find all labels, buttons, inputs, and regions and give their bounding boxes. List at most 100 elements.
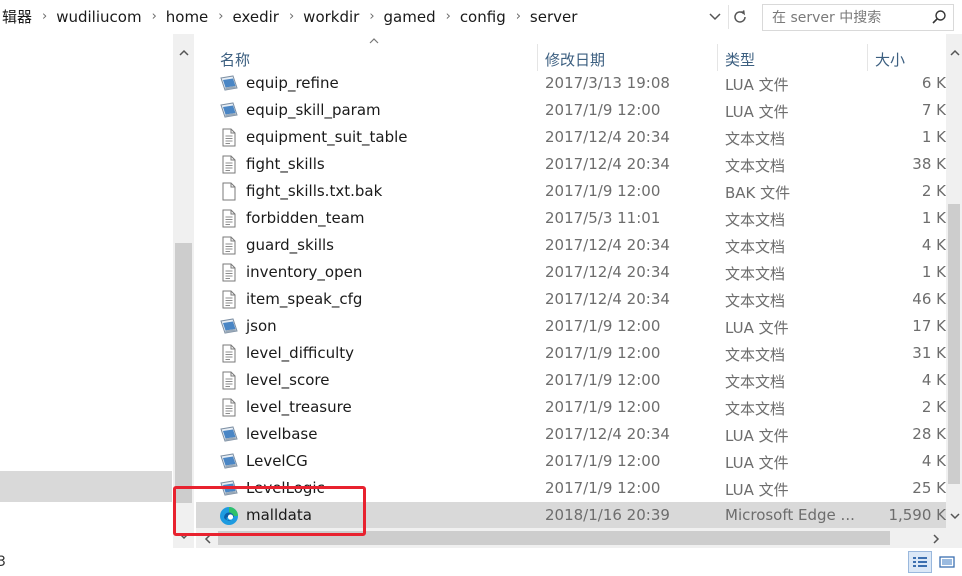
breadcrumb-item[interactable]: server bbox=[524, 8, 584, 26]
nav-scrollbar[interactable] bbox=[173, 34, 194, 548]
breadcrumb-item[interactable]: exedir bbox=[227, 8, 286, 26]
column-divider[interactable] bbox=[537, 44, 538, 71]
scroll-up-button[interactable] bbox=[175, 44, 192, 61]
file-size: 1,590 K bbox=[888, 506, 946, 524]
status-bar: 3 bbox=[0, 548, 962, 576]
file-size: 7 K bbox=[921, 101, 946, 119]
file-date-modified: 2017/12/4 20:34 bbox=[545, 263, 670, 281]
file-row[interactable]: item_speak_cfg 2017/12/4 20:34 文本文档 46 K bbox=[196, 286, 946, 313]
breadcrumb-item[interactable]: gamed bbox=[378, 8, 443, 26]
details-view-button[interactable] bbox=[908, 551, 932, 573]
file-name: forbidden_team bbox=[246, 209, 365, 227]
breadcrumb-item[interactable]: home bbox=[160, 8, 216, 26]
file-row[interactable]: fight_skills.txt.bak 2017/1/9 12:00 BAK 文件… bbox=[196, 178, 946, 205]
large-icons-view-button[interactable] bbox=[935, 551, 959, 573]
breadcrumb-item[interactable]: workdir bbox=[297, 8, 366, 26]
file-date-modified: 2017/1/9 12:00 bbox=[545, 479, 661, 497]
file-row[interactable]: json 2017/1/9 12:00 LUA 文件 17 K bbox=[196, 313, 946, 340]
file-type: 文本文档 bbox=[725, 238, 786, 256]
nav-scrollbar-thumb[interactable] bbox=[175, 243, 192, 503]
file-row[interactable]: LevelCG 2017/1/9 12:00 LUA 文件 4 K bbox=[196, 448, 946, 475]
nav-selected-item[interactable] bbox=[0, 471, 172, 502]
file-size: 4 K bbox=[921, 452, 946, 470]
file-row[interactable]: levelbase 2017/12/4 20:34 LUA 文件 28 K bbox=[196, 421, 946, 448]
lua-file-icon bbox=[219, 452, 239, 471]
search-input[interactable] bbox=[763, 5, 932, 30]
file-name: LevelCG bbox=[246, 452, 308, 470]
address-bar: 辑器 › wudiliucom › home › exedir › workdir › gamed ›… bbox=[0, 0, 962, 35]
refresh-button[interactable] bbox=[728, 5, 751, 29]
breadcrumb-separator-chevron-icon[interactable]: › bbox=[513, 9, 524, 24]
search-icon[interactable] bbox=[931, 9, 947, 25]
breadcrumb-separator-chevron-icon[interactable]: › bbox=[215, 9, 226, 24]
breadcrumb-separator-chevron-icon[interactable]: › bbox=[39, 9, 50, 24]
scroll-up-button[interactable] bbox=[946, 44, 962, 61]
text-file-icon bbox=[219, 263, 239, 282]
column-date[interactable]: 修改日期 bbox=[545, 49, 605, 71]
sort-ascending-icon bbox=[369, 38, 379, 44]
file-type: 文本文档 bbox=[725, 400, 786, 418]
file-name: levelbase bbox=[246, 425, 318, 443]
file-name: equip_refine bbox=[246, 74, 339, 92]
file-size: 17 K bbox=[912, 317, 946, 335]
file-date-modified: 2017/3/13 19:08 bbox=[545, 74, 670, 92]
file-date-modified: 2017/5/3 11:01 bbox=[545, 209, 661, 227]
breadcrumb-separator-chevron-icon[interactable]: › bbox=[149, 9, 160, 24]
lua-file-icon bbox=[219, 317, 239, 336]
file-list[interactable]: 名称 修改日期 类型 大小 equip_refine 2017/3/13 19:0… bbox=[196, 34, 962, 548]
file-row[interactable]: equip_skill_param 2017/1/9 12:00 LUA 文件 7 K bbox=[196, 97, 946, 124]
chevron-up-icon bbox=[178, 49, 189, 56]
file-row[interactable]: fight_skills 2017/12/4 20:34 文本文档 38 K bbox=[196, 151, 946, 178]
file-row[interactable]: level_treasure 2017/1/9 12:00 文本文档 2 K bbox=[196, 394, 946, 421]
file-type: LUA 文件 bbox=[725, 481, 789, 499]
column-type[interactable]: 类型 bbox=[725, 49, 755, 71]
file-date-modified: 2017/12/4 20:34 bbox=[545, 155, 670, 173]
chevron-right-icon bbox=[933, 533, 940, 544]
navigation-pane[interactable] bbox=[0, 34, 196, 548]
chevron-up-icon bbox=[949, 49, 960, 56]
file-row[interactable]: equipment_suit_table 2017/12/4 20:34 文本文档 1… bbox=[196, 124, 946, 151]
file-size: 1 K bbox=[921, 128, 946, 146]
scroll-right-button[interactable] bbox=[928, 530, 945, 547]
file-row[interactable]: forbidden_team 2017/5/3 11:01 文本文档 1 K bbox=[196, 205, 946, 232]
file-name: equip_skill_param bbox=[246, 101, 381, 119]
column-divider[interactable] bbox=[717, 44, 718, 71]
text-file-icon bbox=[219, 209, 239, 228]
file-row[interactable]: level_difficulty 2017/1/9 12:00 文本文档 31 K bbox=[196, 340, 946, 367]
file-name: level_score bbox=[246, 371, 330, 389]
file-size: 4 K bbox=[921, 236, 946, 254]
breadcrumb-separator-chevron-icon[interactable]: › bbox=[443, 9, 454, 24]
column-name[interactable]: 名称 bbox=[220, 49, 250, 71]
file-size: 1 K bbox=[921, 209, 946, 227]
breadcrumb-item[interactable]: config bbox=[454, 8, 513, 26]
text-file-icon bbox=[219, 398, 239, 417]
file-list-vertical-scrollbar[interactable] bbox=[946, 34, 962, 528]
file-date-modified: 2017/12/4 20:34 bbox=[545, 290, 670, 308]
breadcrumb-item[interactable]: 辑器 bbox=[0, 6, 39, 27]
file-size: 28 K bbox=[912, 425, 946, 443]
column-divider[interactable] bbox=[867, 44, 868, 71]
breadcrumb-item[interactable]: wudiliucom bbox=[50, 8, 148, 26]
text-file-icon bbox=[219, 371, 239, 390]
file-name: fight_skills bbox=[246, 155, 325, 173]
large-icons-view-icon bbox=[939, 556, 955, 568]
refresh-icon bbox=[734, 10, 746, 23]
file-type: LUA 文件 bbox=[725, 103, 789, 121]
column-size[interactable]: 大小 bbox=[875, 49, 905, 71]
file-row[interactable]: inventory_open 2017/12/4 20:34 文本文档 1 K bbox=[196, 259, 946, 286]
file-date-modified: 2017/12/4 20:34 bbox=[545, 236, 670, 254]
file-row[interactable]: equip_refine 2017/3/13 19:08 LUA 文件 6 K bbox=[196, 70, 946, 97]
breadcrumb-separator-chevron-icon[interactable]: › bbox=[366, 9, 377, 24]
scroll-down-button[interactable] bbox=[946, 508, 962, 525]
address-history-dropdown[interactable] bbox=[705, 7, 725, 27]
vertical-scrollbar-thumb[interactable] bbox=[948, 204, 960, 484]
breadcrumb-separator-chevron-icon[interactable]: › bbox=[286, 9, 297, 24]
file-row[interactable]: guard_skills 2017/12/4 20:34 文本文档 4 K bbox=[196, 232, 946, 259]
file-date-modified: 2017/1/9 12:00 bbox=[545, 398, 661, 416]
breadcrumb[interactable]: 辑器 › wudiliucom › home › exedir › workdir › gamed ›… bbox=[0, 0, 706, 33]
file-date-modified: 2017/1/9 12:00 bbox=[545, 452, 661, 470]
search-box[interactable] bbox=[762, 4, 954, 31]
chevron-down-icon bbox=[949, 513, 960, 520]
file-date-modified: 2017/12/4 20:34 bbox=[545, 425, 670, 443]
file-row[interactable]: level_score 2017/1/9 12:00 文本文档 4 K bbox=[196, 367, 946, 394]
